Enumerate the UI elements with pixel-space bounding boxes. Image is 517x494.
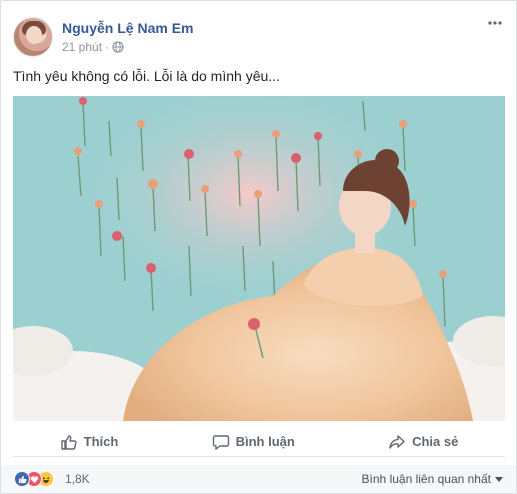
post-card: Nguyễn Lệ Nam Em 21 phút · Tình yêu khôn… bbox=[0, 0, 517, 494]
comment-label: Bình luận bbox=[235, 434, 295, 449]
share-button[interactable]: Chia sẻ bbox=[388, 433, 458, 451]
reaction-icons[interactable] bbox=[14, 471, 58, 487]
more-options-icon[interactable] bbox=[487, 15, 503, 31]
like-button[interactable]: Thích bbox=[60, 433, 119, 451]
author-name[interactable]: Nguyễn Lệ Nam Em bbox=[62, 20, 193, 36]
caret-down-icon bbox=[495, 477, 503, 482]
post-actions: Thích Bình luận Chia sẻ bbox=[13, 427, 505, 457]
like-label: Thích bbox=[83, 434, 119, 449]
comment-button[interactable]: Bình luận bbox=[212, 433, 295, 451]
reaction-count[interactable]: 1,8K bbox=[65, 472, 90, 486]
comment-sort-selector[interactable]: Bình luận liên quan nhất bbox=[362, 472, 503, 486]
post-footer: 1,8K Bình luận liên quan nhất bbox=[1, 465, 516, 493]
like-icon bbox=[60, 434, 77, 450]
share-icon bbox=[389, 434, 405, 449]
photo-illustration bbox=[13, 96, 505, 421]
meta-separator: · bbox=[105, 40, 110, 54]
like-reaction-icon bbox=[14, 471, 30, 487]
post-photo[interactable] bbox=[13, 96, 505, 421]
post-time[interactable]: 21 phút bbox=[62, 40, 102, 54]
post-meta: 21 phút · bbox=[62, 40, 124, 54]
share-label: Chia sẻ bbox=[412, 434, 459, 449]
comment-icon bbox=[212, 434, 229, 450]
post-text: Tình yêu không có lỗi. Lỗi là do mình yê… bbox=[13, 68, 280, 84]
author-avatar[interactable] bbox=[13, 17, 53, 57]
comment-sort-label: Bình luận liên quan nhất bbox=[361, 472, 491, 486]
globe-icon[interactable] bbox=[112, 41, 124, 53]
